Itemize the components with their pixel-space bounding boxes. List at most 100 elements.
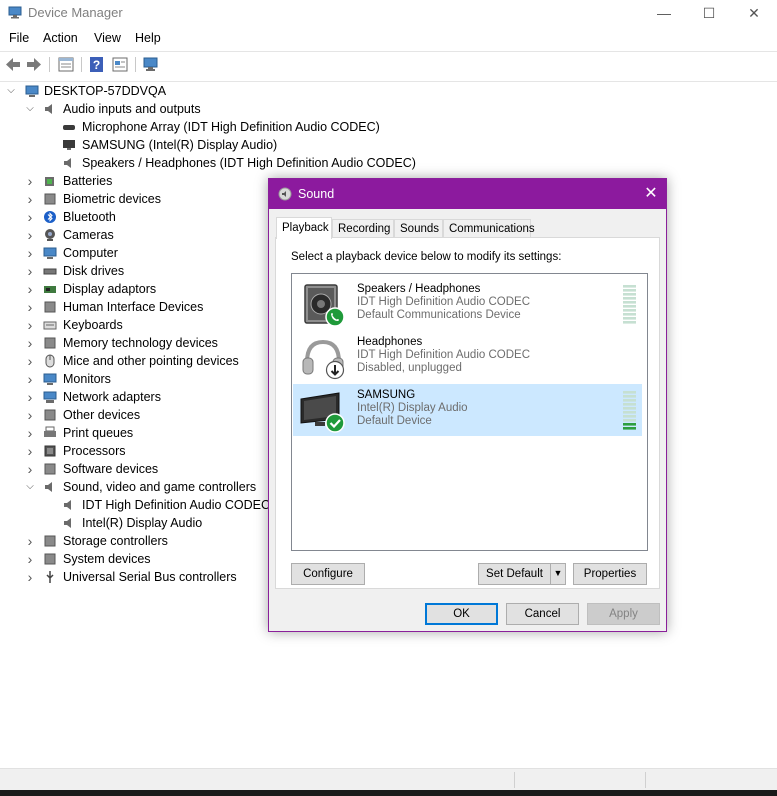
chevron-right-icon[interactable]: ›: [24, 172, 36, 190]
tab-playback[interactable]: Playback: [276, 217, 332, 239]
tree-category[interactable]: › Processors: [0, 442, 300, 460]
minimize-button[interactable]: —: [641, 0, 687, 26]
tree-category[interactable]: › Bluetooth: [0, 208, 300, 226]
tree-category[interactable]: › Storage controllers: [0, 532, 300, 550]
volume-meter-bar: [623, 297, 636, 300]
chevron-right-icon[interactable]: ›: [24, 442, 36, 460]
chevron-right-icon[interactable]: ›: [24, 532, 36, 550]
properties-icon[interactable]: [57, 56, 75, 73]
tab-sounds[interactable]: Sounds: [394, 219, 443, 237]
chevron-right-icon[interactable]: ›: [24, 190, 36, 208]
tree-device[interactable]: Intel(R) Display Audio: [0, 514, 300, 532]
menu-action[interactable]: Action: [43, 31, 78, 45]
volume-meter-bar: [623, 301, 636, 304]
update-driver-icon[interactable]: [111, 56, 129, 73]
tree-category-label: Display adaptors: [63, 282, 157, 296]
title-bar: Device Manager — ☐ ✕: [0, 0, 777, 26]
chevron-down-icon[interactable]: ⌵: [24, 478, 36, 496]
tree-category[interactable]: › Biometric devices: [0, 190, 300, 208]
set-default-dropdown[interactable]: ▼: [550, 563, 566, 585]
chevron-right-icon[interactable]: ›: [24, 424, 36, 442]
tree-device[interactable]: Microphone Array (IDT High Definition Au…: [0, 118, 400, 136]
device-headphones[interactable]: Headphones IDT High Definition Audio COD…: [293, 331, 642, 383]
tree-device[interactable]: IDT High Definition Audio CODEC: [0, 496, 300, 514]
status-cell: [514, 772, 645, 788]
tree-category-audio-inputs[interactable]: ⌵ Audio inputs and outputs: [0, 100, 300, 118]
volume-meter-bar: [623, 305, 636, 308]
menu-view[interactable]: View: [94, 31, 121, 45]
apply-button[interactable]: Apply: [587, 603, 660, 625]
chevron-right-icon[interactable]: ›: [24, 280, 36, 298]
forward-icon[interactable]: [25, 56, 43, 73]
configure-button[interactable]: Configure: [291, 563, 365, 585]
tree-category[interactable]: › Universal Serial Bus controllers: [0, 568, 300, 586]
tree-category[interactable]: › Human Interface Devices: [0, 298, 300, 316]
scan-hardware-icon[interactable]: [142, 56, 160, 73]
chevron-right-icon[interactable]: ›: [24, 406, 36, 424]
chevron-right-icon[interactable]: ›: [24, 388, 36, 406]
tree-device[interactable]: SAMSUNG (Intel(R) Display Audio): [0, 136, 400, 154]
help-icon[interactable]: ?: [88, 56, 106, 73]
tree-device[interactable]: Speakers / Headphones (IDT High Definiti…: [0, 154, 420, 172]
tree-category[interactable]: › Network adapters: [0, 388, 300, 406]
tree-category[interactable]: › Other devices: [0, 406, 300, 424]
tree-category[interactable]: › Computer: [0, 244, 300, 262]
cancel-button[interactable]: Cancel: [506, 603, 579, 625]
volume-meter-bar: [623, 423, 636, 426]
chevron-right-icon[interactable]: ›: [24, 262, 36, 280]
tree-category[interactable]: › Software devices: [0, 460, 300, 478]
chevron-right-icon[interactable]: ›: [24, 550, 36, 568]
playback-device-list[interactable]: Speakers / Headphones IDT High Definitio…: [291, 273, 648, 551]
ok-button[interactable]: OK: [425, 603, 498, 625]
menu-help[interactable]: Help: [135, 31, 161, 45]
chevron-right-icon[interactable]: ›: [24, 298, 36, 316]
chevron-right-icon[interactable]: ›: [24, 316, 36, 334]
chevron-right-icon[interactable]: ›: [24, 460, 36, 478]
tree-category[interactable]: › Mice and other pointing devices: [0, 352, 300, 370]
chevron-right-icon[interactable]: ›: [24, 370, 36, 388]
device-samsung[interactable]: SAMSUNG Intel(R) Display Audio Default D…: [293, 384, 642, 436]
tree-category-label: Universal Serial Bus controllers: [63, 570, 237, 584]
tree-category[interactable]: › Monitors: [0, 370, 300, 388]
instruction-text: Select a playback device below to modify…: [291, 251, 562, 263]
tree-category[interactable]: › Print queues: [0, 424, 300, 442]
tree-category[interactable]: › Memory technology devices: [0, 334, 300, 352]
chevron-right-icon[interactable]: ›: [24, 244, 36, 262]
status-bar: [0, 768, 777, 791]
set-default-button[interactable]: Set Default: [478, 563, 551, 585]
chevron-right-icon[interactable]: ›: [24, 226, 36, 244]
tree-category-label: Print queues: [63, 426, 134, 440]
tree-category-label: Storage controllers: [63, 534, 168, 548]
tree-category[interactable]: › Display adaptors: [0, 280, 300, 298]
tree-category[interactable]: › Batteries: [0, 172, 300, 190]
chevron-right-icon[interactable]: ›: [24, 208, 36, 226]
tab-recording[interactable]: Recording: [332, 219, 394, 237]
speaker-icon: [64, 500, 71, 510]
device-speakers-headphones[interactable]: Speakers / Headphones IDT High Definitio…: [293, 278, 642, 330]
maximize-button[interactable]: ☐: [686, 0, 732, 26]
tree-category[interactable]: › System devices: [0, 550, 300, 568]
computer-icon: [25, 85, 39, 97]
tree-category[interactable]: › Disk drives: [0, 262, 300, 280]
chevron-down-icon[interactable]: ⌵: [5, 82, 17, 100]
close-button[interactable]: ✕: [731, 0, 777, 26]
tree-category[interactable]: › Keyboards: [0, 316, 300, 334]
menu-file[interactable]: File: [9, 31, 29, 45]
back-icon[interactable]: [4, 56, 22, 73]
speaker-icon: [45, 104, 52, 114]
volume-meter-bar: [623, 313, 636, 316]
chevron-down-icon[interactable]: ⌵: [24, 100, 36, 118]
tree-category-sound-controllers[interactable]: ⌵ Sound, video and game controllers: [0, 478, 300, 496]
dialog-close-icon[interactable]: ✕: [636, 179, 666, 209]
chevron-right-icon[interactable]: ›: [24, 352, 36, 370]
chevron-right-icon[interactable]: ›: [24, 568, 36, 586]
tree-category[interactable]: › Cameras: [0, 226, 300, 244]
tree-root-label: DESKTOP-57DDVQA: [44, 84, 167, 98]
system-icon: [44, 553, 56, 565]
device-manager-icon: [8, 6, 22, 19]
properties-button[interactable]: Properties: [573, 563, 647, 585]
tab-communications[interactable]: Communications: [443, 219, 535, 237]
chevron-right-icon[interactable]: ›: [24, 334, 36, 352]
tree-root[interactable]: ⌵ DESKTOP-57DDVQA: [0, 82, 300, 100]
bluetooth-icon: [44, 211, 56, 223]
